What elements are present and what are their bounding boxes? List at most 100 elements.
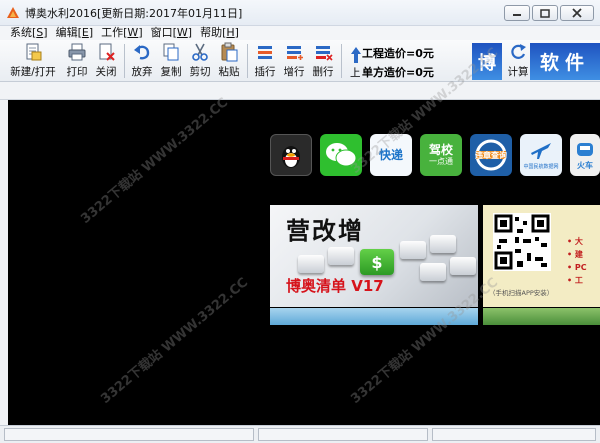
undo-icon [134,45,150,60]
chat-bubbles-icon [326,143,357,167]
status-panel [4,428,254,441]
copy-button[interactable]: 复制 [158,42,184,80]
unit-cost-text: 单方造价=0元 [362,66,434,79]
add-row-icon [287,46,303,60]
print-button[interactable]: 打印 [64,42,90,80]
up-label: 上 [350,67,361,79]
menu-system[interactable]: 系统[S] [10,26,48,40]
violation-query-label: 违章查询 [475,150,507,160]
window-title: 博奥水利2016[更新日期:2017年01月11日] [25,6,243,20]
status-panel [432,428,596,441]
close-label: 关闭 [95,66,117,78]
insert-row-icon [258,46,272,59]
cost-summary: 上 工程造价=0元 单方造价=0元 [350,42,468,80]
delete-row-label: 删行 [312,66,334,78]
discard-button[interactable]: 放弃 [129,42,155,80]
window-controls [504,5,594,21]
copy-icon [163,43,179,61]
discard-label: 放弃 [131,66,153,78]
app-logo-icon [7,6,19,18]
keyboard-key [420,263,446,281]
keyboard-key [450,257,476,275]
up-arrow-icon[interactable] [350,46,362,64]
ad-title: 营改增 [286,216,364,245]
paste-button[interactable]: 粘贴 [216,42,242,80]
add-row-button[interactable]: 增行 [281,42,307,80]
qr-feature-item: • 工 [567,276,583,285]
qr-ad[interactable]: （手机扫描APP安装） • 大 • 建 • PC • 工 [483,205,600,307]
qq-icon[interactable] [270,134,312,176]
left-frame-edge [0,100,8,425]
scissors-icon [192,43,208,61]
add-row-label: 增行 [283,66,305,78]
express-icon[interactable]: 快递 [370,134,412,176]
brand-banner-left: 博 [472,43,502,80]
insert-row-button[interactable]: 插行 [252,42,278,80]
minimize-button[interactable] [504,5,530,21]
close-document-icon [99,43,115,61]
qr-feature-list: • 大 • 建 • PC • 工 [567,235,587,287]
dollar-symbol: $ [371,252,383,272]
toolbar-separator [247,44,248,78]
keyboard-key [400,241,426,259]
brand-banner-right: 软件 [530,43,600,80]
maximize-button[interactable] [532,5,558,21]
print-label: 打印 [66,66,88,78]
new-open-label: 新建/打开 [10,66,56,78]
refresh-icon [511,44,526,59]
driving-school-sub: 一点通 [429,157,453,166]
airplane-icon [531,142,551,159]
toolbar-separator [341,44,342,78]
ad-strip-green[interactable] [483,308,600,325]
calculate-button[interactable]: 计算 [506,42,530,80]
delete-row-icon [316,46,333,61]
menu-help[interactable]: 帮助[H] [200,26,239,40]
driving-school-label: 驾校 [428,143,453,157]
train-shape-icon [577,142,593,156]
close-button[interactable] [560,5,594,21]
qr-caption: （手机扫描APP安装） [489,289,554,297]
dollar-key-icon: $ [360,249,394,275]
tax-reform-ad[interactable]: 营改增 $ 博奥清单 V17 [270,205,478,307]
keyboard-key [298,255,324,273]
status-panel [258,428,428,441]
brand-text: 软件 [539,52,590,74]
formula-strip [0,82,600,100]
qr-feature-item: • PC [567,263,587,272]
delete-row-button[interactable]: 删行 [310,42,336,80]
train-label: 火车 [577,160,593,170]
keyboard-key [328,247,354,265]
wechat-icon[interactable] [320,134,362,176]
penguin-icon [282,146,300,168]
express-label: 快递 [378,147,403,162]
driving-school-icon[interactable]: 驾校 一点通 [420,134,462,176]
violation-query-icon[interactable]: 违章查询 [470,134,512,176]
minimize-icon [513,14,521,16]
civil-aviation-icon[interactable]: 中国民航数据网 [520,134,562,176]
civil-aviation-label: 中国民航数据网 [523,163,559,170]
train-icon[interactable]: 火车 [570,134,600,176]
brand-char: 博 [478,52,496,74]
ad-strip-blue[interactable] [270,308,478,325]
project-cost-text: 工程造价=0元 [362,47,434,60]
new-open-button[interactable]: 新建/打开 [10,42,56,80]
qr-feature-item: • 大 [567,237,583,246]
menu-window[interactable]: 窗口[W] [151,26,192,40]
paste-icon [221,42,238,62]
paste-label: 粘贴 [218,66,240,78]
close-doc-button[interactable]: 关闭 [93,42,119,80]
menu-bar: 系统[S] 编辑[E] 工作[W] 窗口[W] 帮助[H] [0,26,600,40]
insert-row-label: 插行 [254,66,276,78]
copy-label: 复制 [160,66,182,78]
menu-edit[interactable]: 编辑[E] [56,26,94,40]
menu-work[interactable]: 工作[W] [101,26,142,40]
calculate-label: 计算 [507,66,529,78]
app-icon-row: 快递 驾校 一点通 违章查询 中国民航数据网 火车 [270,134,600,176]
ad-product-name: 博奥清单 V17 [286,277,384,295]
keyboard-key [430,235,456,253]
cut-button[interactable]: 剪切 [187,42,213,80]
maximize-icon [540,8,550,18]
title-bar: 博奥水利2016[更新日期:2017年01月11日] [0,0,600,26]
toolbar-separator [124,44,125,78]
close-icon [572,8,582,18]
